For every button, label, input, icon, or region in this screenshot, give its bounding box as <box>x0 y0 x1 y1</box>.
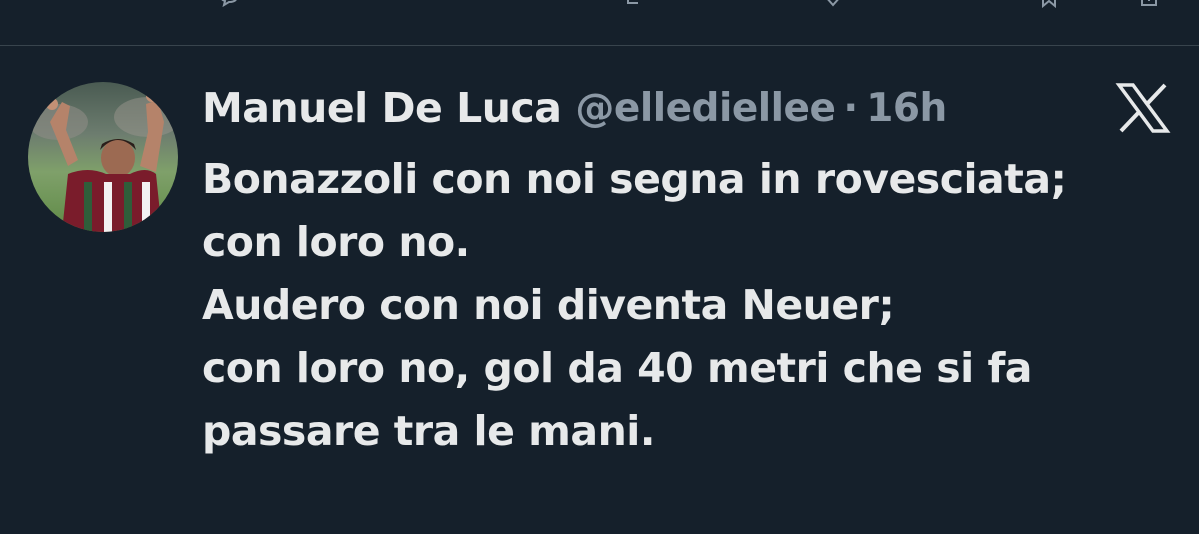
tweet-action-bar <box>0 0 1199 46</box>
tweet-text-line: con loro no. <box>202 218 470 266</box>
author-name[interactable]: Manuel De Luca <box>202 84 562 132</box>
reply-icon[interactable] <box>218 0 240 8</box>
divider <box>0 45 1199 46</box>
tweet-text: Bonazzoli con noi segna in rovesciata; c… <box>202 148 1182 463</box>
tweet-text-line: passare tra le mani. <box>202 407 655 455</box>
timestamp[interactable]: 16h <box>866 86 947 131</box>
like-icon[interactable] <box>822 0 844 8</box>
tweet-text-line: Bonazzoli con noi segna in rovesciata; <box>202 155 1067 203</box>
bookmark-icon[interactable] <box>1038 0 1060 8</box>
tweet-text-line: con loro no, gol da 40 metri che si fa <box>202 344 1032 392</box>
avatar[interactable] <box>28 82 178 232</box>
profile-photo <box>28 82 178 232</box>
separator-dot: · <box>843 85 859 131</box>
share-icon[interactable] <box>1138 0 1160 8</box>
retweet-icon[interactable] <box>624 0 646 8</box>
tweet-header: Manuel De Luca @ellediellee · 16h <box>202 82 947 134</box>
author-handle[interactable]: @ellediellee <box>575 86 836 131</box>
x-logo-icon <box>1115 83 1171 133</box>
tweet-text-line: Audero con noi diventa Neuer; <box>202 281 895 329</box>
